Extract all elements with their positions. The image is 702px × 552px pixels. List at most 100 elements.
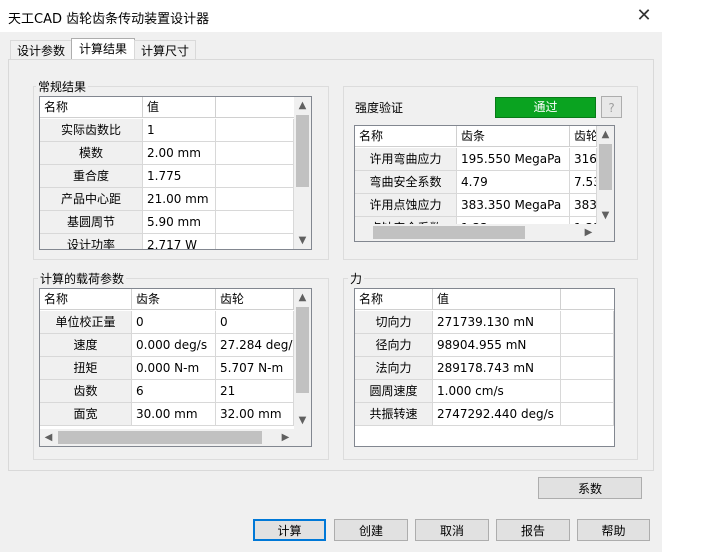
- row-rack-value: 4.79: [457, 171, 570, 194]
- column-header-value[interactable]: 值: [433, 289, 561, 309]
- row-value: 1.775: [143, 165, 216, 188]
- row-rack-value: 0: [132, 311, 216, 334]
- row-name: 单位校正量: [40, 311, 132, 334]
- row-value: 1.000 cm/s: [433, 380, 561, 403]
- grid-header: 名称 值: [40, 97, 311, 118]
- help-button[interactable]: 帮助: [577, 519, 650, 541]
- horizontal-scrollbar[interactable]: ◀ ▶: [40, 429, 294, 446]
- scroll-right-icon[interactable]: ▶: [277, 429, 294, 446]
- row-name: 实际齿数比: [40, 119, 143, 142]
- row-gear-value: 21: [216, 380, 294, 403]
- create-button[interactable]: 创建: [334, 519, 408, 541]
- row-rack-value: 0.000 deg/s: [132, 334, 216, 357]
- column-header-name[interactable]: 名称: [40, 97, 143, 117]
- row-name: 模数: [40, 142, 143, 165]
- column-header-name[interactable]: 名称: [355, 126, 457, 146]
- load-params-grid: 名称 齿条 齿轮 单位校正量 0 0 速度 0.000 deg/s 27.284…: [39, 288, 312, 447]
- scroll-down-icon[interactable]: ▼: [294, 412, 311, 429]
- row-rack-value: 195.550 MegaPa: [457, 148, 570, 171]
- row-empty-cell: [216, 165, 294, 188]
- scroll-thumb[interactable]: [296, 307, 309, 393]
- vertical-scrollbar[interactable]: ▲ ▼: [294, 289, 311, 429]
- window-title: 天工CAD 齿轮齿条传动装置设计器: [8, 12, 210, 27]
- row-name: 扭矩: [40, 357, 132, 380]
- force-label: 力: [348, 270, 365, 287]
- row-value: 2.00 mm: [143, 142, 216, 165]
- row-empty-cell: [216, 119, 294, 142]
- cancel-button[interactable]: 取消: [415, 519, 489, 541]
- column-header-name[interactable]: 名称: [40, 289, 132, 309]
- column-header-gear[interactable]: 齿轮: [570, 126, 597, 146]
- row-gear-value: 27.284 deg/: [216, 334, 294, 357]
- report-button[interactable]: 报告: [496, 519, 570, 541]
- scroll-down-icon[interactable]: ▼: [597, 207, 614, 224]
- column-header-name[interactable]: 名称: [355, 289, 433, 309]
- row-value: 2.717 W: [143, 234, 216, 249]
- row-gear-value: 0: [216, 311, 294, 334]
- row-name: 产品中心距: [40, 188, 143, 211]
- scroll-corner: [597, 224, 614, 241]
- tab-design-params[interactable]: 设计参数: [10, 40, 72, 61]
- row-name: 切向力: [355, 311, 433, 334]
- grid-header: 名称 值: [355, 289, 614, 310]
- scroll-thumb[interactable]: [373, 226, 525, 239]
- row-gear-value: 383: [570, 194, 597, 217]
- coefficients-button[interactable]: 系数: [538, 477, 642, 499]
- grid-header: 名称 齿条 齿轮: [355, 126, 614, 147]
- column-header-rack[interactable]: 齿条: [132, 289, 216, 309]
- row-name: 许用点蚀应力: [355, 194, 457, 217]
- scroll-thumb[interactable]: [599, 144, 612, 190]
- scroll-down-icon[interactable]: ▼: [294, 232, 311, 249]
- row-rack-value: 0.000 N-m: [132, 357, 216, 380]
- row-empty-cell: [216, 188, 294, 211]
- tab-calc-results[interactable]: 计算结果: [71, 38, 135, 61]
- scroll-up-icon[interactable]: ▲: [597, 126, 614, 143]
- column-header-value[interactable]: 值: [143, 97, 216, 117]
- row-empty-cell: [561, 357, 614, 380]
- row-rack-value: 383.350 MegaPa: [457, 194, 570, 217]
- horizontal-scrollbar[interactable]: ▶: [355, 224, 597, 241]
- row-value: 5.90 mm: [143, 211, 216, 234]
- vertical-scrollbar[interactable]: ▲ ▼: [294, 97, 311, 249]
- scroll-thumb[interactable]: [296, 115, 309, 187]
- scroll-up-icon[interactable]: ▲: [294, 97, 311, 114]
- row-gear-value: 32.00 mm: [216, 403, 294, 426]
- row-name: 重合度: [40, 165, 143, 188]
- scroll-right-icon[interactable]: ▶: [580, 224, 597, 241]
- strength-grid: 名称 齿条 齿轮 许用弯曲应力 195.550 MegaPa 316 弯曲安全系…: [354, 125, 615, 242]
- row-name: 圆周速度: [355, 380, 433, 403]
- title-bar: 天工CAD 齿轮齿条传动装置设计器 ✕: [0, 0, 702, 32]
- close-icon[interactable]: ✕: [630, 4, 658, 28]
- row-value: 1: [143, 119, 216, 142]
- row-empty-cell: [216, 211, 294, 234]
- row-name: 径向力: [355, 334, 433, 357]
- row-value: 271739.130 mN: [433, 311, 561, 334]
- strength-label: 强度验证: [355, 101, 404, 115]
- tab-calc-dimensions[interactable]: 计算尺寸: [134, 40, 196, 61]
- row-gear-value: 5.707 N-m: [216, 357, 294, 380]
- row-value: 98904.955 mN: [433, 334, 561, 357]
- row-name: 设计功率: [40, 234, 143, 249]
- scroll-left-icon[interactable]: ◀: [40, 429, 57, 446]
- column-header-gear[interactable]: 齿轮: [216, 289, 294, 309]
- row-value: 289178.743 mN: [433, 357, 561, 380]
- row-name: 共振转速: [355, 403, 433, 426]
- row-name: 弯曲安全系数: [355, 171, 457, 194]
- row-rack-value: 30.00 mm: [132, 403, 216, 426]
- load-params-label: 计算的载荷参数: [38, 270, 127, 287]
- row-gear-value: 7.53: [570, 171, 597, 194]
- column-header-rack[interactable]: 齿条: [457, 126, 570, 146]
- row-gear-value: 316: [570, 148, 597, 171]
- help-icon[interactable]: ?: [601, 96, 622, 118]
- row-empty-cell: [561, 403, 614, 426]
- pass-status-badge: 通过: [495, 97, 596, 118]
- vertical-scrollbar[interactable]: ▲ ▼: [597, 126, 614, 224]
- row-empty-cell: [561, 334, 614, 357]
- row-value: 2747292.440 deg/s: [433, 403, 561, 426]
- calculate-button[interactable]: 计算: [253, 519, 326, 541]
- row-name: 齿数: [40, 380, 132, 403]
- row-rack-value: 6: [132, 380, 216, 403]
- scroll-up-icon[interactable]: ▲: [294, 289, 311, 306]
- general-results-grid: 名称 值 实际齿数比 1 模数 2.00 mm 重合度 1.775 产品中心距 …: [39, 96, 312, 250]
- scroll-thumb[interactable]: [58, 431, 262, 444]
